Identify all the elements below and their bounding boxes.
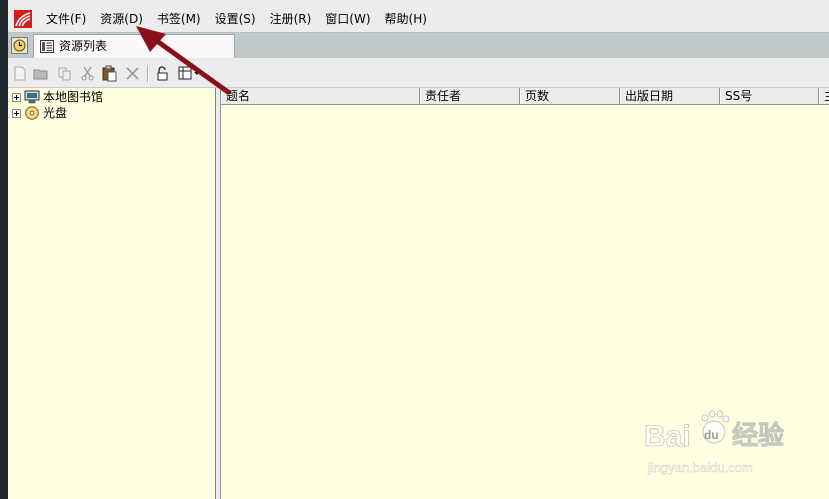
toolbar <box>8 60 829 88</box>
menu-file[interactable]: 文件(F) <box>39 6 93 32</box>
tree-item-local-library[interactable]: 本地图书馆 <box>12 89 103 105</box>
disc-icon <box>25 106 39 120</box>
menu-bar: 文件(F) 资源(D) 书签(M) 设置(S) 注册(R) 窗口(W) 帮助(H… <box>8 6 829 33</box>
desktop-background <box>0 0 8 499</box>
column-header-title[interactable]: 题名 <box>221 88 420 104</box>
tab-strip: 资源列表 <box>8 33 829 58</box>
menu: 文件(F) 资源(D) 书签(M) 设置(S) 注册(R) 窗口(W) 帮助(H… <box>39 6 434 32</box>
column-header-ss-number[interactable]: SS号 <box>720 88 819 104</box>
tree-item-label: 本地图书馆 <box>43 90 104 104</box>
tree-item-label: 光盘 <box>43 106 68 120</box>
cut-icon[interactable] <box>79 65 96 82</box>
column-header-subject[interactable]: 主 <box>819 88 829 104</box>
expand-icon[interactable] <box>12 92 21 102</box>
view-icon[interactable] <box>178 65 202 82</box>
column-header-publish-date[interactable]: 出版日期 <box>620 88 720 104</box>
expand-icon[interactable] <box>12 108 21 118</box>
new-icon[interactable] <box>12 65 29 82</box>
copy-icon[interactable] <box>56 65 73 82</box>
tab-label: 资源列表 <box>59 39 108 53</box>
paste-icon[interactable] <box>101 65 118 82</box>
tab-resource-list[interactable]: 资源列表 <box>33 34 235 58</box>
menu-bookmarks[interactable]: 书签(M) <box>150 6 208 32</box>
watermark-paw-text: du <box>704 428 719 442</box>
computer-icon <box>24 90 40 104</box>
watermark-url: jingyan.baidu.com <box>647 460 753 475</box>
application-window: 文件(F) 资源(D) 书签(M) 设置(S) 注册(R) 窗口(W) 帮助(H… <box>8 0 829 499</box>
history-clock-icon[interactable] <box>11 37 28 54</box>
baidu-jingyan-watermark: Bai du 经验 jingyan.baidu.com <box>644 410 784 475</box>
tree-item-disc[interactable]: 光盘 <box>12 105 67 121</box>
delete-icon[interactable] <box>124 65 141 82</box>
list-header: 题名 责任者 页数 出版日期 SS号 主 <box>221 88 829 105</box>
lock-icon[interactable] <box>154 65 171 82</box>
watermark-brand: Bai <box>644 420 691 453</box>
menu-register[interactable]: 注册(R) <box>263 6 319 32</box>
list-icon <box>40 40 54 53</box>
menu-window[interactable]: 窗口(W) <box>318 6 377 32</box>
resource-tree: 本地图书馆 光盘 <box>8 88 216 499</box>
menu-settings[interactable]: 设置(S) <box>208 6 263 32</box>
watermark-service: 经验 <box>732 420 784 451</box>
paw-icon: du <box>701 410 730 444</box>
toolbar-separator <box>147 65 149 82</box>
folder-icon[interactable] <box>32 65 49 82</box>
menu-resources[interactable]: 资源(D) <box>93 6 150 32</box>
column-header-author[interactable]: 责任者 <box>420 88 520 104</box>
menu-help[interactable]: 帮助(H) <box>378 6 434 32</box>
column-header-pages[interactable]: 页数 <box>520 88 620 104</box>
app-logo-icon[interactable] <box>14 10 32 28</box>
